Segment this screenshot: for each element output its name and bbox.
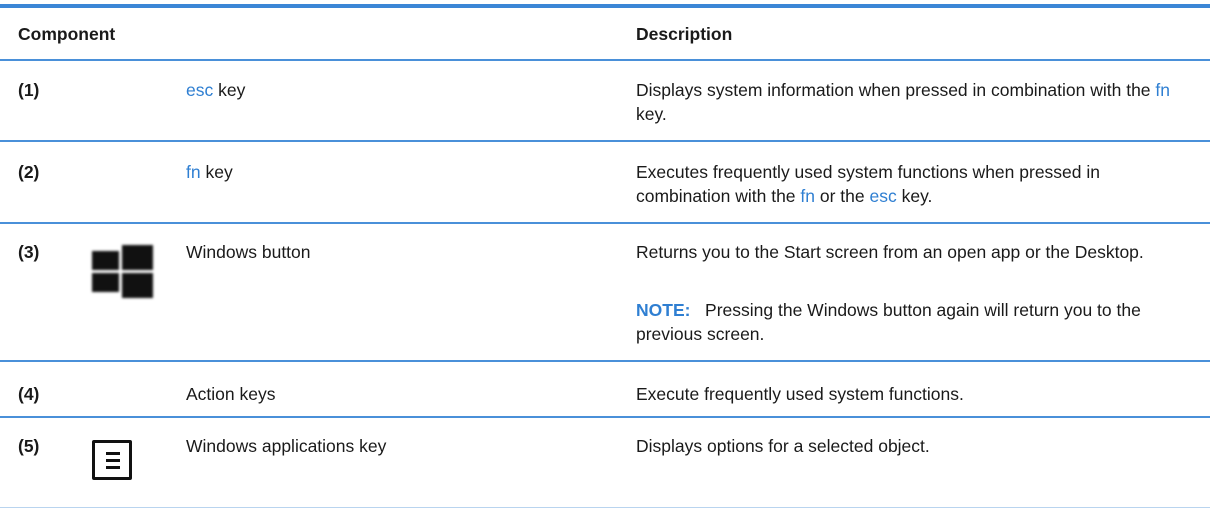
row-number: (3): [18, 242, 40, 262]
component-description: Executes frequently used system function…: [636, 162, 1100, 206]
header-rule: [0, 59, 1210, 61]
note-label: NOTE:: [636, 300, 691, 320]
row-number: (2): [18, 162, 40, 182]
component-name: Windows button: [186, 242, 311, 262]
note-text: Pressing the Windows button again will r…: [636, 300, 1141, 344]
row-divider: [0, 360, 1210, 362]
component-table: Component Description (1) esc key Displa…: [0, 0, 1210, 510]
component-name: Windows applications key: [186, 436, 387, 456]
note: NOTE: Pressing the Windows button again …: [636, 298, 1196, 346]
header-component: Component: [18, 24, 116, 44]
component-description: Displays system information when pressed…: [636, 80, 1171, 124]
key-name-esc: esc: [869, 186, 897, 206]
key-name-fn: fn: [1155, 80, 1171, 100]
key-name-fn: fn: [186, 162, 201, 182]
component-name: Action keys: [186, 384, 276, 404]
table-bottom-rule: [0, 507, 1210, 508]
component-description: Returns you to the Start screen from an …: [636, 242, 1144, 262]
key-name-fn: fn: [800, 186, 816, 206]
component-description: Displays options for a selected object.: [636, 436, 930, 456]
component-name: esc key: [186, 80, 246, 100]
windows-applications-key-icon: [92, 440, 132, 480]
row-number: (4): [18, 384, 40, 404]
header-description: Description: [636, 24, 733, 44]
component-name: fn key: [186, 162, 233, 182]
component-description: Execute frequently used system functions…: [636, 384, 964, 404]
row-divider: [0, 416, 1210, 418]
table-top-rule: [0, 4, 1210, 8]
row-divider: [0, 140, 1210, 142]
row-divider: [0, 222, 1210, 224]
row-number: (5): [18, 436, 40, 456]
row-number: (1): [18, 80, 40, 100]
windows-logo-icon: [92, 242, 156, 302]
key-name-esc: esc: [186, 80, 214, 100]
